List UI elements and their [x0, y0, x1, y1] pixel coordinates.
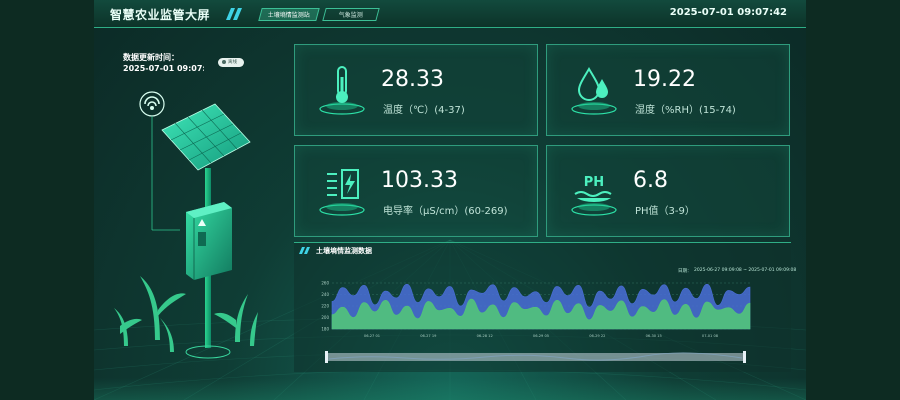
- metric-card-humidity: 19.22 湿度（%RH）(15-74): [546, 44, 790, 136]
- temperature-label: 温度（℃）(4-37): [383, 105, 465, 116]
- control-box: [186, 202, 232, 280]
- slider-handle-left[interactable]: [325, 351, 328, 363]
- update-time-value: 2025-07-01 09:07:42: [123, 64, 204, 73]
- metric-card-conductivity: 103.33 电导率（μS/cm）(60-269): [294, 145, 538, 237]
- app-title: 智慧农业监管大屏: [110, 8, 211, 22]
- panel-slash-icon: [299, 247, 310, 254]
- plant-sprouts: [114, 276, 258, 352]
- update-time-label: 数据更新时间：: [123, 53, 179, 62]
- tab-soil-station[interactable]: 土壤墒情监测站: [258, 8, 320, 21]
- conductivity-value: 103.33: [381, 168, 458, 193]
- y-tick-label: 220: [321, 304, 329, 309]
- date-range-value: 2025-06-27 09:09:08 ~ 2025-07-01 09:09:0…: [694, 268, 797, 273]
- chart-range-slider[interactable]: [325, 351, 746, 363]
- right-margin: [806, 0, 900, 400]
- solar-panel: [161, 103, 251, 171]
- humidity-label: 湿度（%RH）(15-74): [635, 105, 736, 116]
- y-tick-label: 200: [321, 315, 329, 320]
- x-tick-label: 06-29 22: [589, 334, 605, 338]
- dashboard-screen: 智慧农业监管大屏 土壤墒情监测站 气象监测 2025-07-01 09:07:4…: [94, 0, 806, 400]
- ph-value: 6.8: [633, 168, 668, 193]
- wifi-icon: [139, 91, 165, 117]
- water-drops-icon: [571, 67, 617, 115]
- title-slash-decoration: [226, 8, 242, 20]
- conductivity-label: 电导率（μS/cm）(60-269): [383, 206, 508, 217]
- date-range-label: 日期：: [678, 269, 692, 274]
- x-tick-label: 07-01 08: [702, 334, 719, 338]
- thermometer-icon: [319, 66, 365, 115]
- x-tick-label: 06-30 15: [646, 334, 662, 338]
- metric-card-ph: PH 6.8 PH值（3-9）: [546, 145, 790, 237]
- conductivity-icon: [319, 169, 365, 216]
- y-tick-label: 260: [321, 281, 329, 286]
- slider-handle-right[interactable]: [743, 351, 746, 363]
- toggle-knob: [222, 59, 226, 64]
- y-tick-label: 180: [321, 327, 329, 332]
- floor-glow: [94, 378, 806, 400]
- chart-panel-title: 土壤墒情监测数据: [316, 247, 372, 255]
- left-margin: [0, 0, 94, 400]
- header-clock: 2025-07-01 09:07:42: [669, 7, 787, 18]
- humidity-value: 19.22: [633, 67, 696, 92]
- soil-area-chart: 260 240 220 200 180 06-27 01 06-27 19 06-28 12…: [321, 281, 751, 338]
- ph-icon: PH: [571, 175, 617, 216]
- x-tick-label: 06-27 19: [420, 334, 437, 338]
- x-tick-label: 06-28 12: [477, 334, 493, 338]
- x-tick-label: 06-29 05: [533, 334, 549, 338]
- top-bar: 智慧农业监管大屏 土壤墒情监测站 气象监测 2025-07-01 09:07:4…: [94, 0, 806, 28]
- soil-data-chart-panel: 土壤墒情监测数据 日期： 2025-06-27 09:09:08 ~ 2025-…: [294, 242, 796, 372]
- status-toggle[interactable]: 离线: [218, 58, 244, 67]
- monitoring-station-illustration: [114, 91, 258, 359]
- ph-label: PH值（3-9）: [635, 206, 695, 217]
- y-tick-label: 240: [321, 292, 329, 297]
- temperature-value: 28.33: [381, 67, 444, 92]
- metric-card-temperature: 28.33 温度（℃）(4-37): [294, 44, 538, 136]
- svg-text:PH: PH: [584, 175, 604, 190]
- x-tick-label: 06-27 01: [364, 334, 380, 338]
- tab-weather[interactable]: 气象监测: [322, 8, 380, 21]
